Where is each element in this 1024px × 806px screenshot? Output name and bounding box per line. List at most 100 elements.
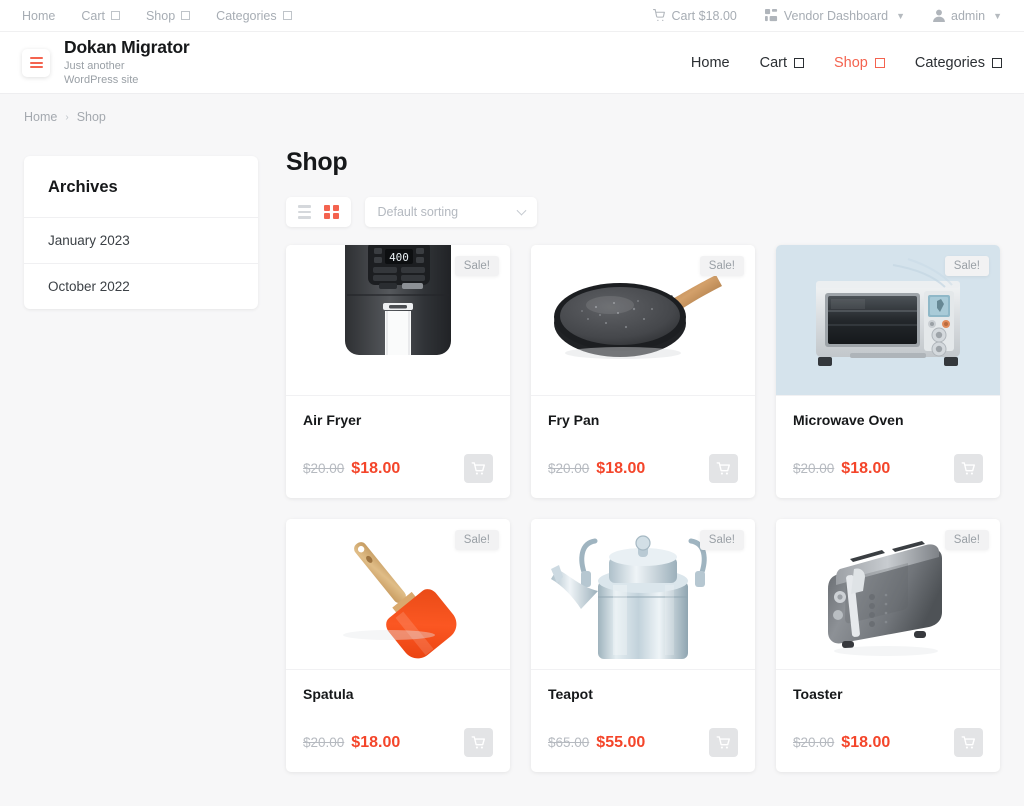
- breadcrumb-item-shop[interactable]: Shop: [77, 110, 106, 124]
- adminbar-item-cart[interactable]: Cart: [81, 9, 120, 23]
- product-card-air-fryer[interactable]: Sale! 400 Air Fryer $20.00 $18.00: [286, 245, 510, 498]
- product-body-air-fryer: Air Fryer $20.00 $18.00: [286, 395, 510, 498]
- product-price-sale: $18.00: [351, 459, 401, 477]
- adminbar-cart-total[interactable]: Cart $18.00: [652, 8, 737, 23]
- cart-icon: [961, 462, 975, 475]
- adminbar-home-label: Home: [22, 8, 56, 23]
- product-price-original: $20.00: [303, 735, 345, 750]
- adminbar-vendor-dashboard[interactable]: Vendor Dashboard ▼: [764, 8, 905, 23]
- add-to-cart-button[interactable]: [464, 454, 493, 483]
- add-to-cart-button[interactable]: [464, 728, 493, 757]
- chevron-down-icon: [516, 205, 526, 216]
- add-to-cart-button[interactable]: [954, 728, 983, 757]
- product-body-teapot: Teapot $65.00 $55.00: [531, 669, 755, 772]
- cart-icon: [471, 736, 485, 749]
- box-icon: [110, 11, 120, 20]
- product-price-row: $20.00 $18.00: [793, 728, 983, 757]
- sale-badge: Sale!: [944, 256, 989, 276]
- product-image-microwave-oven: Sale!: [776, 245, 1000, 395]
- chevron-down-icon: ▼: [993, 10, 1002, 21]
- wp-admin-bar: Home Cart Shop Categories Cart $18.00 Ve…: [0, 0, 1024, 32]
- adminbar-cart-total-label: Cart $18.00: [671, 8, 737, 23]
- product-name[interactable]: Spatula: [303, 686, 493, 702]
- product-image-teapot: Sale!: [531, 519, 755, 669]
- product-name[interactable]: Air Fryer: [303, 412, 493, 428]
- product-name[interactable]: Fry Pan: [548, 412, 738, 428]
- product-price-original: $20.00: [793, 735, 835, 750]
- sale-badge: Sale!: [944, 530, 989, 550]
- sorting-select[interactable]: Default sorting: [364, 197, 537, 227]
- sidebar: Archives January 2023 October 2022: [24, 134, 258, 309]
- adminbar-item-home[interactable]: Home: [22, 9, 55, 23]
- product-image-air-fryer: Sale! 400: [286, 245, 510, 395]
- breadcrumb: Home › Shop: [0, 94, 1024, 134]
- product-price-sale: $18.00: [841, 733, 891, 751]
- adminbar-item-shop[interactable]: Shop: [145, 8, 191, 23]
- product-price-row: $20.00 $18.00: [303, 728, 493, 757]
- admin-bar-right-group: Cart $18.00 Vendor Dashboard ▼ admin ▼: [652, 8, 1002, 23]
- breadcrumb-item-home[interactable]: Home: [24, 110, 57, 124]
- archive-link-october-2022[interactable]: October 2022: [24, 263, 258, 309]
- view-mode-toggle: [286, 197, 351, 227]
- grid-view-icon[interactable]: [324, 204, 339, 220]
- svg-text:400: 400: [389, 251, 409, 264]
- shop-toolbar: Default sorting: [286, 197, 1000, 227]
- product-price-row: $20.00 $18.00: [548, 454, 738, 483]
- box-icon: [992, 57, 1002, 68]
- adminbar-cart-label: Cart: [81, 8, 105, 23]
- product-card-spatula[interactable]: Sale! Spatula $20.00 $18.00: [286, 519, 510, 772]
- sale-badge: Sale!: [699, 256, 744, 276]
- product-price-original: $20.00: [548, 461, 590, 476]
- cart-icon: [716, 462, 730, 475]
- sale-badge: Sale!: [454, 530, 499, 550]
- add-to-cart-button[interactable]: [954, 454, 983, 483]
- hamburger-icon[interactable]: [22, 48, 50, 77]
- product-card-teapot[interactable]: Sale! Teapot $65.00 $55.00: [531, 519, 755, 772]
- box-icon: [794, 57, 804, 68]
- product-card-toaster[interactable]: Sale! Toaster $20.00 $18.00: [776, 519, 1000, 772]
- site-tagline: Just another WordPress site: [64, 60, 139, 86]
- archives-widget: Archives January 2023 October 2022: [24, 156, 258, 309]
- product-price-row: $20.00 $18.00: [793, 454, 983, 483]
- brand-text: Dokan Migrator Just another WordPress si…: [64, 37, 190, 87]
- product-price-sale: $18.00: [841, 459, 891, 477]
- product-card-microwave-oven[interactable]: Sale! Microwave Oven $20.00 $18.00: [776, 245, 1000, 498]
- product-price-sale: $18.00: [351, 733, 401, 751]
- list-view-icon[interactable]: [298, 205, 311, 219]
- product-card-fry-pan[interactable]: Sale! Fry Pan $20.00 $18.00: [531, 245, 755, 498]
- product-image-toaster: Sale!: [776, 519, 1000, 669]
- add-to-cart-button[interactable]: [709, 728, 738, 757]
- page-layout: Archives January 2023 October 2022 Shop …: [0, 134, 1024, 772]
- admin-bar-left-group: Home Cart Shop Categories: [22, 9, 292, 23]
- product-name[interactable]: Teapot: [548, 686, 738, 702]
- adminbar-vendor-dashboard-label: Vendor Dashboard: [783, 8, 889, 23]
- product-name[interactable]: Toaster: [793, 686, 983, 702]
- site-title[interactable]: Dokan Migrator: [64, 37, 190, 59]
- product-price-row: $20.00 $18.00: [303, 454, 493, 483]
- product-name[interactable]: Microwave Oven: [793, 412, 983, 428]
- adminbar-shop-label: Shop: [145, 8, 176, 23]
- adminbar-categories-label: Categories: [216, 8, 277, 23]
- product-body-toaster: Toaster $20.00 $18.00: [776, 669, 1000, 772]
- archive-link-january-2023[interactable]: January 2023: [24, 217, 258, 263]
- adminbar-item-categories[interactable]: Categories: [216, 8, 292, 23]
- product-body-fry-pan: Fry Pan $20.00 $18.00: [531, 395, 755, 498]
- adminbar-user-label: admin: [951, 8, 986, 23]
- user-icon: [933, 9, 945, 22]
- nav-item-shop[interactable]: Shop: [834, 55, 885, 71]
- nav-item-categories[interactable]: Categories: [915, 55, 1002, 71]
- cart-icon: [471, 462, 485, 475]
- adminbar-user-account[interactable]: admin ▼: [933, 9, 1002, 23]
- breadcrumb-separator-icon: ›: [65, 111, 69, 123]
- product-image-fry-pan: Sale!: [531, 245, 755, 395]
- shop-main: Shop Default sorting Sale! 400 Air Fryer…: [286, 134, 1000, 772]
- box-icon: [282, 11, 292, 20]
- nav-item-cart[interactable]: Cart: [760, 55, 804, 71]
- add-to-cart-button[interactable]: [709, 454, 738, 483]
- nav-item-home[interactable]: Home: [691, 55, 730, 71]
- product-price-original: $20.00: [303, 461, 345, 476]
- archives-widget-title: Archives: [48, 178, 118, 196]
- product-price-sale: $18.00: [596, 459, 646, 477]
- site-header: Dokan Migrator Just another WordPress si…: [0, 32, 1024, 94]
- sale-badge: Sale!: [454, 256, 499, 276]
